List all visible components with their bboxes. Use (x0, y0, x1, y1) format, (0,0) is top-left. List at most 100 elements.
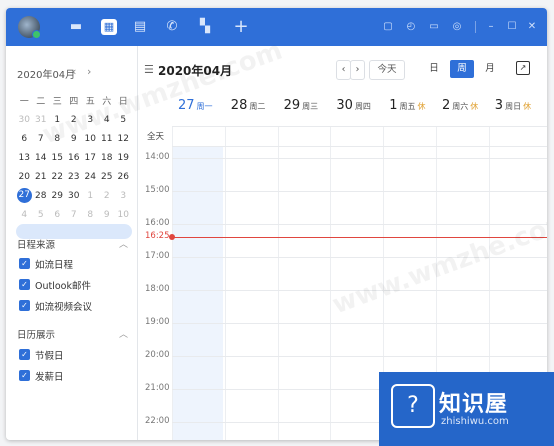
brand-title: 知识屋 (439, 392, 509, 417)
hour-label: 15:00 (145, 185, 170, 195)
close-icon[interactable]: ✕ (525, 20, 539, 34)
mini-day-cell[interactable]: 12 (115, 134, 132, 144)
mini-day-cell[interactable]: 7 (66, 210, 83, 220)
apps-icon[interactable]: ▚ (195, 17, 215, 37)
day-header[interactable]: 27 周一 (178, 98, 213, 126)
mini-day-cell[interactable]: 2 (99, 191, 116, 201)
current-time-dot (169, 234, 175, 240)
next-week-button[interactable]: › (350, 60, 365, 80)
display-label-1: 节假日 (35, 351, 64, 362)
popout-icon[interactable]: ↗ (516, 61, 530, 75)
mini-day-cell[interactable]: 28 (33, 191, 50, 201)
day-weekday: 周日 (505, 102, 522, 111)
sidebar-toggle-icon[interactable]: ☰ (144, 63, 154, 76)
hour-label: 21:00 (145, 383, 170, 393)
calendar-icon[interactable]: ▦ (101, 19, 117, 35)
day-number: 1 (389, 98, 398, 113)
mini-day-cell[interactable]: 30 (16, 115, 33, 125)
display-collapse-icon[interactable]: ︿ (119, 327, 128, 340)
toolbar-divider (475, 21, 476, 33)
mini-day-cell[interactable]: 26 (115, 172, 132, 182)
current-time-label: 16:25 (145, 231, 170, 241)
display-section-title: 日历展示 (17, 330, 56, 341)
holiday-badge: 休 (523, 102, 532, 111)
mini-day-cell[interactable]: 20 (16, 172, 33, 182)
phone-icon[interactable]: ✆ (162, 17, 182, 37)
weekday-header: 一 (19, 97, 29, 107)
holiday-badge: 休 (417, 102, 426, 111)
display-checkbox-2[interactable]: ✓ (19, 370, 30, 381)
mini-calendar-title: 2020年04月 (17, 70, 76, 81)
source-checkbox-2[interactable]: ✓ (19, 279, 30, 290)
row-divider (172, 146, 547, 147)
chat-icon[interactable]: ▬ (66, 17, 86, 37)
mini-day-cell[interactable]: 13 (16, 153, 33, 163)
mini-day-cell[interactable]: 23 (66, 172, 83, 182)
day-header[interactable]: 2 周六休 (442, 98, 478, 126)
prev-week-button[interactable]: ‹ (336, 60, 351, 80)
mini-day-cell[interactable]: 3 (115, 191, 132, 201)
mini-next-month-icon[interactable]: › (87, 65, 91, 78)
mini-day-cell[interactable]: 1 (82, 191, 99, 201)
note-icon[interactable]: ▢ (381, 20, 395, 34)
mini-day-cell[interactable]: 29 (49, 191, 66, 201)
hour-label: 20:00 (145, 350, 170, 360)
sources-section-title: 日程来源 (17, 240, 56, 251)
day-header[interactable]: 30 周四 (336, 98, 371, 126)
view-week-button[interactable]: 周 (450, 60, 474, 78)
mini-prev-month-icon[interactable]: ‹ (72, 65, 76, 78)
hour-line (172, 224, 547, 225)
mini-day-cell[interactable]: 24 (82, 172, 99, 182)
holiday-badge: 休 (470, 102, 479, 111)
column-divider (172, 126, 173, 440)
allday-label: 全天 (147, 132, 165, 142)
minimize-icon[interactable]: – (484, 20, 498, 34)
mini-day-cell[interactable]: 10 (115, 210, 132, 220)
mini-day-cell[interactable]: 5 (33, 210, 50, 220)
day-number: 3 (494, 98, 504, 113)
avatar[interactable] (18, 16, 41, 39)
mini-day-cell[interactable]: 14 (33, 153, 50, 163)
day-number: 30 (336, 98, 353, 113)
sources-collapse-icon[interactable]: ︿ (119, 237, 128, 250)
source-checkbox-1[interactable]: ✓ (19, 258, 30, 269)
mini-day-cell[interactable]: 4 (16, 210, 33, 220)
folder-icon[interactable]: ▭ (427, 20, 441, 34)
mini-day-cell[interactable]: 17 (82, 153, 99, 163)
hour-label: 17:00 (145, 251, 170, 261)
day-weekday: 周五 (399, 102, 416, 111)
view-day-button[interactable]: 日 (422, 60, 446, 78)
mini-day-cell[interactable]: 11 (99, 134, 116, 144)
mini-day-cell[interactable]: 30 (66, 191, 83, 201)
mini-day-cell[interactable]: 15 (49, 153, 66, 163)
maximize-icon[interactable]: ☐ (505, 20, 519, 34)
column-divider (330, 126, 332, 440)
mini-day-cell[interactable]: 25 (99, 172, 116, 182)
history-icon[interactable]: ◴ (404, 20, 418, 34)
day-weekday: 周二 (249, 102, 266, 111)
day-header[interactable]: 28 周二 (231, 98, 266, 126)
day-header[interactable]: 3 周日休 (495, 98, 531, 126)
mini-day-cell[interactable]: 19 (115, 153, 132, 163)
plus-icon[interactable]: + (231, 17, 251, 37)
view-month-button[interactable]: 月 (478, 60, 502, 78)
day-header[interactable]: 1 周五休 (389, 98, 425, 126)
source-checkbox-3[interactable]: ✓ (19, 300, 30, 311)
weekday-header: 三 (52, 97, 62, 107)
today-button[interactable]: 今天 (369, 60, 405, 80)
contacts-icon[interactable]: ▤ (130, 17, 150, 37)
hour-line (172, 191, 547, 192)
mini-day-cell[interactable]: 16 (66, 153, 83, 163)
mini-day-cell[interactable]: 6 (49, 210, 66, 220)
column-divider (277, 126, 279, 440)
settings-icon[interactable]: ◎ (450, 20, 464, 34)
mini-day-cell[interactable]: 21 (33, 172, 50, 182)
mini-day-cell[interactable]: 8 (82, 210, 99, 220)
mini-day-cell[interactable]: 6 (16, 134, 33, 144)
mini-day-cell[interactable]: 9 (99, 210, 116, 220)
day-header[interactable]: 29 周三 (284, 98, 319, 126)
display-checkbox-1[interactable]: ✓ (19, 349, 30, 360)
mini-day-cell[interactable]: 22 (49, 172, 66, 182)
mini-day-cell[interactable]: 27 (16, 188, 32, 203)
mini-day-cell[interactable]: 18 (99, 153, 116, 163)
